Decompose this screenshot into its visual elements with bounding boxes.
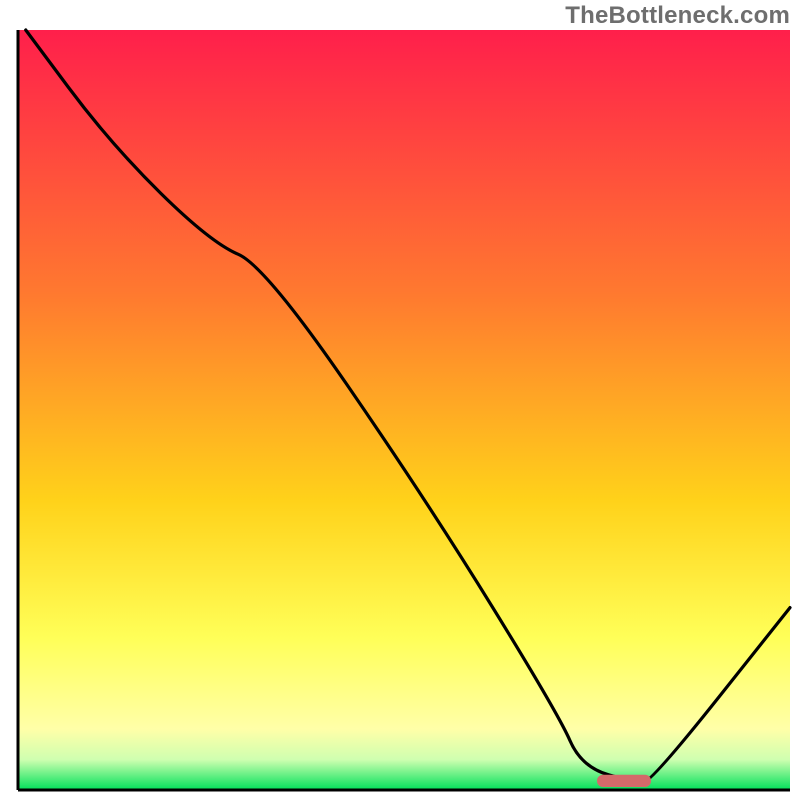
plot-background	[18, 30, 790, 790]
bottleneck-chart	[0, 0, 800, 800]
optimal-marker	[597, 775, 651, 787]
chart-stage: TheBottleneck.com	[0, 0, 800, 800]
